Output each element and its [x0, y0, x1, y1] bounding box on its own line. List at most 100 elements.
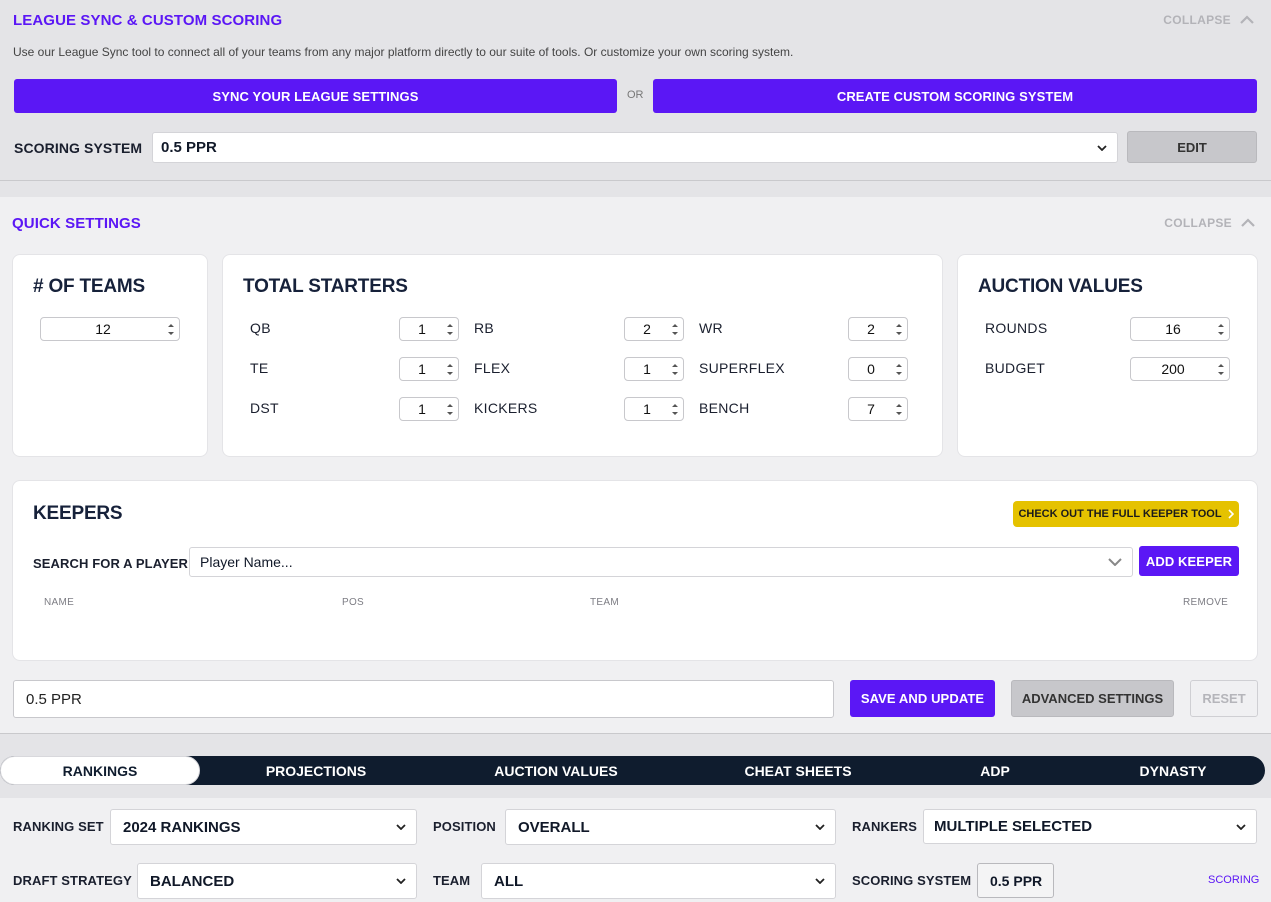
chevron-down-icon [396, 824, 406, 830]
dst-stepper[interactable]: 1 [399, 397, 459, 421]
superflex-label: SUPERFLEX [699, 360, 785, 376]
scoring-link[interactable]: SCORING [1208, 874, 1259, 886]
league-sync-description: Use our League Sync tool to connect all … [13, 45, 794, 59]
league-sync-title: LEAGUE SYNC & CUSTOM SCORING [13, 12, 283, 29]
team-select[interactable]: ALL [481, 863, 836, 899]
search-player-label: SEARCH FOR A PLAYER [33, 556, 189, 571]
scoring-system-select[interactable]: 0.5 PPR [152, 132, 1118, 163]
draft-strategy-value: BALANCED [150, 872, 235, 890]
stepper-arrows-icon[interactable] [167, 322, 175, 337]
wr-value: 2 [867, 321, 875, 337]
stepper-arrows-icon[interactable] [671, 402, 679, 417]
league-sync-collapse[interactable]: COLLAPSE [1163, 13, 1255, 27]
chevron-down-icon [1236, 823, 1246, 830]
position-value: OVERALL [518, 818, 590, 836]
starters-card: TOTAL STARTERS QB 1 RB 2 WR 2 TE 1 FLEX … [222, 254, 943, 457]
stepper-arrows-icon[interactable] [446, 362, 454, 377]
flex-stepper[interactable]: 1 [624, 357, 684, 381]
budget-label: BUDGET [985, 360, 1046, 376]
tab-auction-values[interactable]: AUCTION VALUES [460, 756, 652, 785]
draft-strategy-label: DRAFT STRATEGY [13, 873, 132, 888]
stepper-arrows-icon[interactable] [446, 322, 454, 337]
ranking-set-label: RANKING SET [13, 819, 104, 834]
starters-card-title: TOTAL STARTERS [243, 276, 408, 297]
tab-adp[interactable]: ADP [950, 756, 1040, 785]
draft-strategy-select[interactable]: BALANCED [137, 863, 417, 899]
chevron-down-icon [1108, 558, 1122, 566]
stepper-arrows-icon[interactable] [895, 322, 903, 337]
league-sync-section: LEAGUE SYNC & CUSTOM SCORING COLLAPSE Us… [0, 0, 1271, 181]
teams-card-title: # OF TEAMS [33, 276, 146, 297]
rb-stepper[interactable]: 2 [624, 317, 684, 341]
create-custom-scoring-button[interactable]: CREATE CUSTOM SCORING SYSTEM [653, 79, 1257, 113]
collapse-label: COLLAPSE [1163, 13, 1231, 27]
player-search-input[interactable]: Player Name... [189, 547, 1133, 577]
col-pos: POS [342, 597, 365, 608]
stepper-arrows-icon[interactable] [1217, 362, 1225, 377]
stepper-arrows-icon[interactable] [446, 402, 454, 417]
full-keeper-tool-button[interactable]: CHECK OUT THE FULL KEEPER TOOL [1013, 501, 1239, 527]
profile-name-value: 0.5 PPR [26, 690, 82, 708]
chevron-down-icon [1097, 144, 1107, 151]
save-update-button[interactable]: SAVE AND UPDATE [850, 680, 995, 717]
tab-rankings[interactable]: RANKINGS [0, 756, 200, 785]
col-team: TEAM [590, 597, 619, 608]
quick-settings-collapse[interactable]: COLLAPSE [1164, 216, 1256, 230]
profile-name-input[interactable]: 0.5 PPR [13, 680, 834, 718]
advanced-settings-button[interactable]: ADVANCED SETTINGS [1011, 680, 1174, 717]
keepers-card: KEEPERS CHECK OUT THE FULL KEEPER TOOL S… [12, 480, 1258, 661]
bench-stepper[interactable]: 7 [848, 397, 908, 421]
or-label: OR [627, 89, 644, 101]
te-label: TE [250, 360, 269, 376]
te-stepper[interactable]: 1 [399, 357, 459, 381]
kickers-stepper[interactable]: 1 [624, 397, 684, 421]
tab-dynasty[interactable]: DYNASTY [1110, 756, 1236, 785]
tab-cheat-sheets[interactable]: CHEAT SHEETS [710, 756, 886, 785]
filter-scoring-value: 0.5 PPR [990, 872, 1043, 889]
rb-label: RB [474, 320, 495, 336]
stepper-arrows-icon[interactable] [895, 362, 903, 377]
stepper-arrows-icon[interactable] [1217, 322, 1225, 337]
rounds-label: ROUNDS [985, 320, 1048, 336]
filter-scoring-box[interactable]: 0.5 PPR [977, 863, 1054, 898]
wr-stepper[interactable]: 2 [848, 317, 908, 341]
te-value: 1 [418, 361, 426, 377]
edit-scoring-button[interactable]: EDIT [1127, 131, 1257, 163]
kickers-label: KICKERS [474, 400, 538, 416]
rounds-stepper[interactable]: 16 [1130, 317, 1230, 341]
col-name: NAME [44, 597, 75, 608]
ranking-set-value: 2024 RANKINGS [123, 818, 241, 836]
chevron-up-icon [1241, 218, 1255, 227]
auction-card-title: AUCTION VALUES [978, 276, 1143, 297]
stepper-arrows-icon[interactable] [895, 402, 903, 417]
budget-stepper[interactable]: 200 [1130, 357, 1230, 381]
chevron-down-icon [396, 878, 406, 884]
ranking-set-select[interactable]: 2024 RANKINGS [110, 809, 417, 845]
position-label: POSITION [433, 819, 496, 834]
bench-value: 7 [867, 401, 875, 417]
superflex-stepper[interactable]: 0 [848, 357, 908, 381]
filters-section: RANKING SET 2024 RANKINGS POSITION OVERA… [0, 798, 1271, 902]
collapse-label: COLLAPSE [1164, 216, 1232, 230]
stepper-arrows-icon[interactable] [671, 362, 679, 377]
chevron-down-icon [815, 878, 825, 884]
rankers-select[interactable]: MULTIPLE SELECTED [923, 809, 1257, 844]
reset-button[interactable]: RESET [1190, 680, 1258, 717]
dst-value: 1 [418, 401, 426, 417]
qb-label: QB [250, 320, 271, 336]
sync-league-button[interactable]: SYNC YOUR LEAGUE SETTINGS [14, 79, 617, 113]
qb-stepper[interactable]: 1 [399, 317, 459, 341]
add-keeper-button[interactable]: ADD KEEPER [1139, 546, 1239, 576]
position-select[interactable]: OVERALL [505, 809, 836, 845]
keepers-title: KEEPERS [33, 503, 123, 524]
stepper-arrows-icon[interactable] [671, 322, 679, 337]
teams-stepper[interactable]: 12 [40, 317, 180, 341]
filter-scoring-label: SCORING SYSTEM [852, 873, 972, 888]
flex-label: FLEX [474, 360, 511, 376]
kickers-value: 1 [643, 401, 651, 417]
full-keeper-tool-label: CHECK OUT THE FULL KEEPER TOOL [1018, 508, 1222, 520]
tab-projections[interactable]: PROJECTIONS [232, 756, 400, 785]
rankers-label: RANKERS [852, 819, 917, 834]
quick-settings-section: QUICK SETTINGS COLLAPSE # OF TEAMS 12 TO… [0, 197, 1271, 734]
superflex-value: 0 [867, 361, 875, 377]
